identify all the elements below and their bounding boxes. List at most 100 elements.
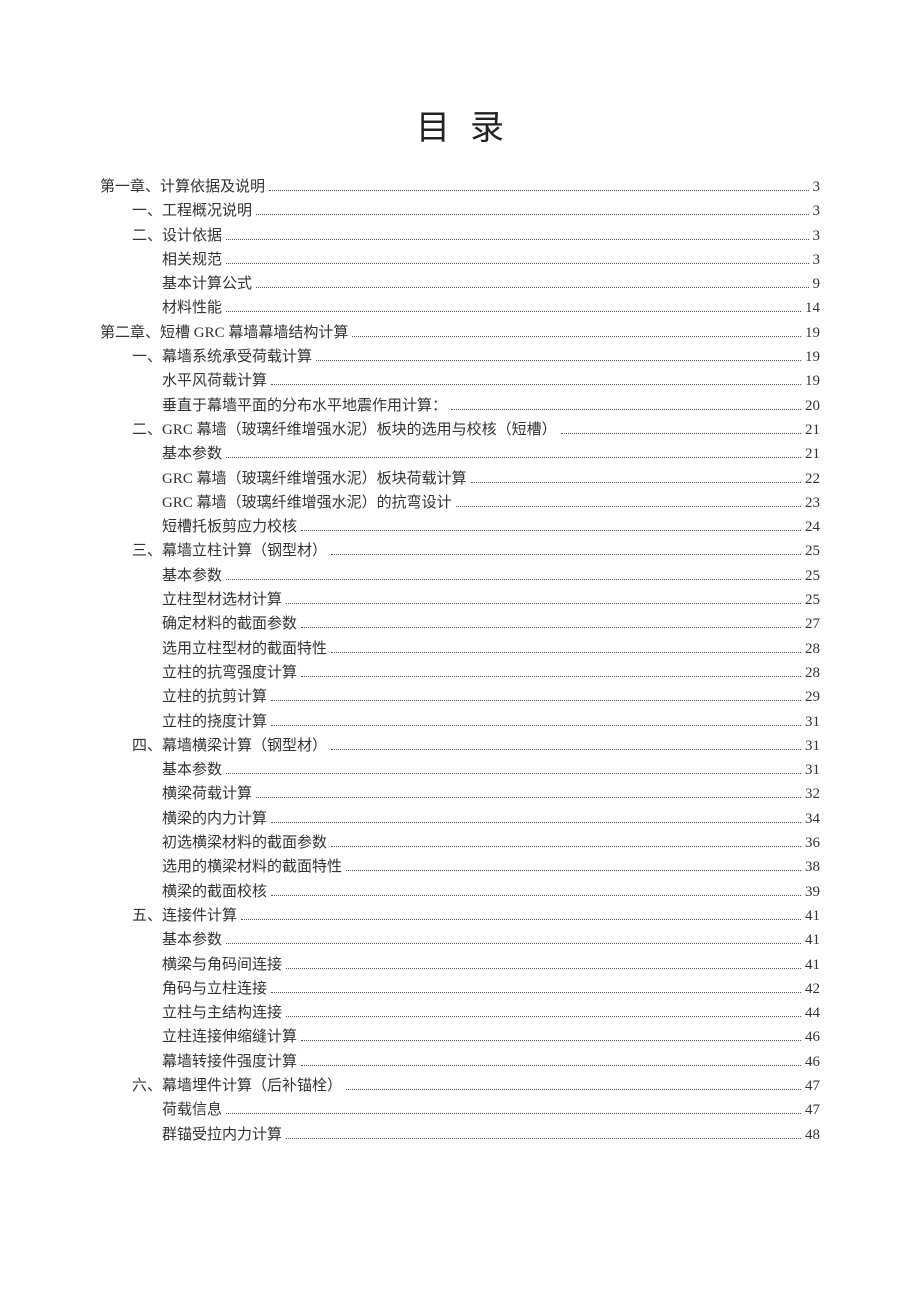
toc-entry: 基本参数 31 bbox=[100, 758, 820, 782]
toc-leader-dots bbox=[271, 992, 801, 993]
toc-entry-label: 幕墙转接件强度计算 bbox=[162, 1050, 297, 1074]
toc-entry: 第一章、计算依据及说明3 bbox=[100, 175, 820, 199]
toc-entry-label: 横梁的截面校核 bbox=[162, 880, 267, 904]
toc-entry-label: 一、幕墙系统承受荷载计算 bbox=[132, 345, 312, 369]
toc-entry: 横梁荷载计算32 bbox=[100, 782, 820, 806]
toc-entry: 第二章、短槽 GRC 幕墙幕墙结构计算 19 bbox=[100, 321, 820, 345]
toc-entry-label: 选用立柱型材的截面特性 bbox=[162, 637, 327, 661]
toc-leader-dots bbox=[271, 700, 801, 701]
toc-leader-dots bbox=[331, 554, 801, 555]
toc-entry-page: 19 bbox=[805, 345, 820, 369]
toc-entry: 相关规范3 bbox=[100, 248, 820, 272]
toc-entry-page: 28 bbox=[805, 661, 820, 685]
toc-entry-page: 24 bbox=[805, 515, 820, 539]
toc-leader-dots bbox=[301, 1065, 801, 1066]
toc-entry-label: 横梁与角码间连接 bbox=[162, 953, 282, 977]
toc-entry-page: 29 bbox=[805, 685, 820, 709]
toc-entry-label: 第二章、短槽 GRC 幕墙幕墙结构计算 bbox=[100, 321, 348, 345]
toc-entry-page: 19 bbox=[805, 321, 820, 345]
toc-entry: 三、幕墙立柱计算（钢型材） 25 bbox=[100, 539, 820, 563]
toc-entry-page: 41 bbox=[805, 953, 820, 977]
toc-leader-dots bbox=[226, 1113, 801, 1114]
toc-entry-page: 46 bbox=[805, 1050, 820, 1074]
toc-entry-page: 9 bbox=[813, 272, 821, 296]
toc-entry-label: 短槽托板剪应力校核 bbox=[162, 515, 297, 539]
toc-entry: GRC 幕墙（玻璃纤维增强水泥）板块荷载计算 22 bbox=[100, 467, 820, 491]
toc-leader-dots bbox=[226, 457, 801, 458]
toc-entry-label: 二、GRC 幕墙（玻璃纤维增强水泥）板块的选用与校核（短槽） bbox=[132, 418, 557, 442]
toc-entry: 二、设计依据3 bbox=[100, 224, 820, 248]
toc-entry-page: 27 bbox=[805, 612, 820, 636]
toc-entry-label: 立柱连接伸缩缝计算 bbox=[162, 1025, 297, 1049]
toc-entry-label: 基本参数 bbox=[162, 564, 222, 588]
toc-entry-page: 28 bbox=[805, 637, 820, 661]
toc-entry: 一、工程概况说明3 bbox=[100, 199, 820, 223]
toc-leader-dots bbox=[346, 870, 801, 871]
toc-entry-page: 47 bbox=[805, 1074, 820, 1098]
toc-entry: 立柱连接伸缩缝计算46 bbox=[100, 1025, 820, 1049]
toc-entry-page: 20 bbox=[805, 394, 820, 418]
table-of-contents: 第一章、计算依据及说明3一、工程概况说明3二、设计依据3相关规范3基本计算公式9… bbox=[100, 175, 820, 1147]
toc-entry: 确定材料的截面参数27 bbox=[100, 612, 820, 636]
toc-entry-page: 44 bbox=[805, 1001, 820, 1025]
toc-leader-dots bbox=[256, 797, 801, 798]
toc-entry-label: 水平风荷载计算 bbox=[162, 369, 267, 393]
toc-entry-label: 角码与立柱连接 bbox=[162, 977, 267, 1001]
toc-leader-dots bbox=[226, 263, 808, 264]
toc-entry: 短槽托板剪应力校核 24 bbox=[100, 515, 820, 539]
toc-entry: 基本参数 25 bbox=[100, 564, 820, 588]
toc-entry-page: 39 bbox=[805, 880, 820, 904]
toc-entry-page: 34 bbox=[805, 807, 820, 831]
toc-entry-label: GRC 幕墙（玻璃纤维增强水泥）板块荷载计算 bbox=[162, 467, 467, 491]
toc-entry: 横梁的内力计算 34 bbox=[100, 807, 820, 831]
toc-entry-label: 五、连接件计算 bbox=[132, 904, 237, 928]
toc-entry: 基本参数21 bbox=[100, 442, 820, 466]
toc-entry-page: 31 bbox=[805, 758, 820, 782]
toc-leader-dots bbox=[269, 190, 808, 191]
toc-entry-page: 22 bbox=[805, 467, 820, 491]
toc-entry: 水平风荷载计算19 bbox=[100, 369, 820, 393]
toc-leader-dots bbox=[256, 287, 808, 288]
toc-entry: 基本计算公式9 bbox=[100, 272, 820, 296]
toc-entry-label: 基本参数 bbox=[162, 758, 222, 782]
toc-entry: 二、GRC 幕墙（玻璃纤维增强水泥）板块的选用与校核（短槽）21 bbox=[100, 418, 820, 442]
toc-leader-dots bbox=[316, 360, 801, 361]
toc-entry-page: 25 bbox=[805, 564, 820, 588]
toc-entry: 立柱的抗弯强度计算 28 bbox=[100, 661, 820, 685]
toc-leader-dots bbox=[331, 749, 801, 750]
toc-entry-label: 六、幕墙埋件计算（后补锚栓） bbox=[132, 1074, 342, 1098]
toc-entry-label: 立柱的挠度计算 bbox=[162, 710, 267, 734]
toc-entry-label: 立柱的抗弯强度计算 bbox=[162, 661, 297, 685]
toc-entry-label: 三、幕墙立柱计算（钢型材） bbox=[132, 539, 327, 563]
toc-entry-page: 21 bbox=[805, 442, 820, 466]
toc-entry-page: 3 bbox=[813, 224, 821, 248]
toc-leader-dots bbox=[331, 846, 801, 847]
toc-entry-page: 31 bbox=[805, 710, 820, 734]
toc-entry-label: 第一章、计算依据及说明 bbox=[100, 175, 265, 199]
toc-entry-label: 群锚受拉内力计算 bbox=[162, 1123, 282, 1147]
toc-leader-dots bbox=[286, 603, 801, 604]
toc-entry: 五、连接件计算 41 bbox=[100, 904, 820, 928]
toc-entry-label: 基本参数 bbox=[162, 928, 222, 952]
toc-entry: 材料性能 14 bbox=[100, 296, 820, 320]
toc-entry-label: 材料性能 bbox=[162, 296, 222, 320]
toc-entry-page: 31 bbox=[805, 734, 820, 758]
toc-leader-dots bbox=[301, 627, 801, 628]
toc-leader-dots bbox=[226, 239, 808, 240]
toc-entry-page: 14 bbox=[805, 296, 820, 320]
toc-entry-page: 25 bbox=[805, 539, 820, 563]
page-title: 目录 bbox=[100, 100, 820, 149]
toc-entry-label: 横梁的内力计算 bbox=[162, 807, 267, 831]
toc-entry-page: 41 bbox=[805, 904, 820, 928]
toc-entry-label: 垂直于幕墙平面的分布水平地震作用计算： bbox=[162, 394, 447, 418]
toc-entry-page: 36 bbox=[805, 831, 820, 855]
toc-entry-label: 四、幕墙横梁计算（钢型材） bbox=[132, 734, 327, 758]
toc-entry-page: 25 bbox=[805, 588, 820, 612]
toc-leader-dots bbox=[226, 943, 801, 944]
toc-leader-dots bbox=[352, 336, 801, 337]
toc-leader-dots bbox=[331, 652, 801, 653]
toc-leader-dots bbox=[286, 1016, 801, 1017]
toc-entry-page: 48 bbox=[805, 1123, 820, 1147]
toc-entry-page: 47 bbox=[805, 1098, 820, 1122]
toc-entry-page: 41 bbox=[805, 928, 820, 952]
